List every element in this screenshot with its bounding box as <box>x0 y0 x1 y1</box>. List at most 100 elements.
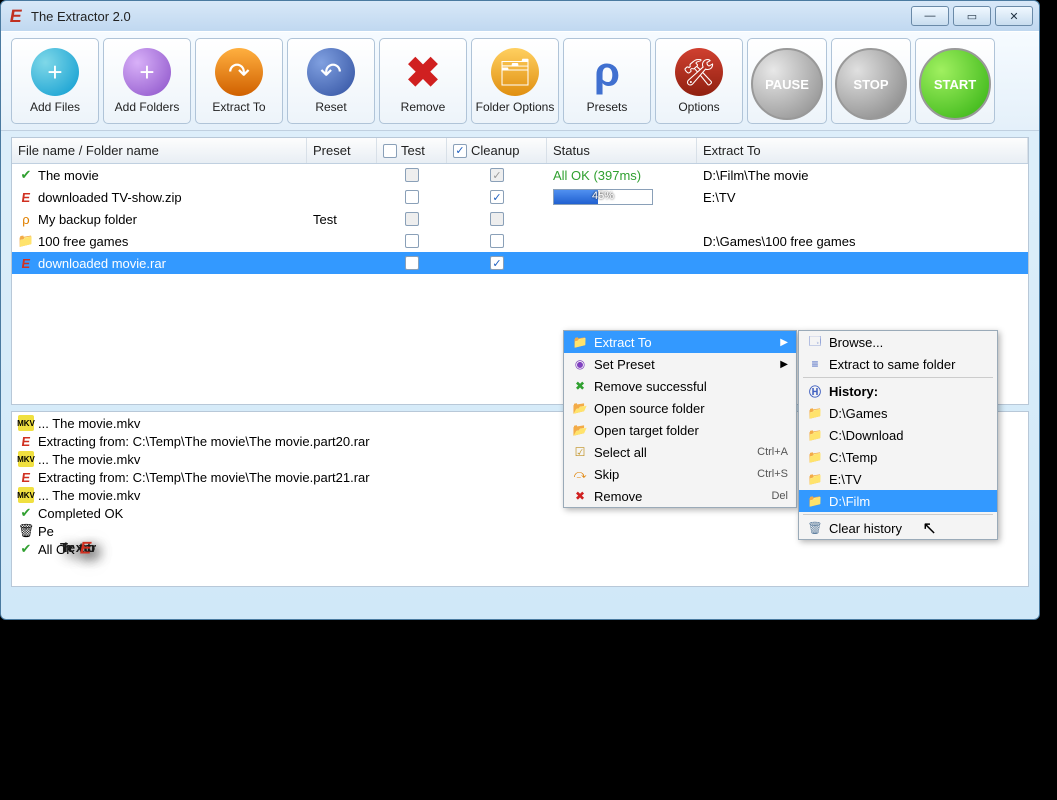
row-icon: ρ <box>18 211 34 227</box>
header-test-checkbox[interactable] <box>383 144 397 158</box>
history-item[interactable]: 📁E:\TV <box>799 468 997 490</box>
checkbox-disabled <box>490 212 504 226</box>
row-icon: E <box>17 189 35 205</box>
checkbox[interactable]: ✓ <box>490 190 504 204</box>
row-icon: 📁 <box>18 233 34 249</box>
log-text: ... The movie.mkv <box>38 488 140 503</box>
log-text: Completed OK <box>38 506 123 521</box>
titlebar[interactable]: E The Extractor 2.0 — ▭ ✕ <box>1 1 1039 31</box>
log-icon: 🗑 <box>18 523 34 539</box>
folder-icon: 📁 <box>807 493 823 509</box>
checkbox[interactable] <box>405 190 419 204</box>
checkbox[interactable] <box>490 234 504 248</box>
checkbox[interactable] <box>405 234 419 248</box>
col-cleanup[interactable]: ✓Cleanup <box>447 138 547 163</box>
history-item[interactable]: 📁C:\Download <box>799 424 997 446</box>
extract-submenu: 🗔Browse... ≡Extract to same folder ⒽHist… <box>798 330 998 540</box>
log-text: Pe <box>38 524 54 539</box>
table-row[interactable]: ρ My backup folder Test <box>12 208 1028 230</box>
menu-separator <box>803 514 993 515</box>
add-folders-button[interactable]: +Add Folders <box>103 38 191 124</box>
row-name: downloaded movie.rar <box>38 256 166 271</box>
browse-icon: 🗔 <box>807 334 823 350</box>
remove-ok-icon: ✖ <box>572 378 588 394</box>
col-test[interactable]: Test <box>377 138 447 163</box>
history-path: E:\TV <box>829 472 862 487</box>
checkbox[interactable] <box>405 256 419 270</box>
maximize-button[interactable]: ▭ <box>953 6 991 26</box>
start-icon: START <box>919 48 991 120</box>
remove-button[interactable]: ✖Remove <box>379 38 467 124</box>
status-text: All OK (397ms) <box>553 168 641 183</box>
checkbox-disabled <box>405 212 419 226</box>
pause-button[interactable]: PAUSE <box>747 38 827 124</box>
ctx-extract-to[interactable]: 📁Extract To▶ <box>564 331 796 353</box>
ctx-remove-successful[interactable]: ✖Remove successful <box>564 375 796 397</box>
folder-options-icon: 🗂 <box>491 48 539 96</box>
col-status[interactable]: Status <box>547 138 697 163</box>
col-name[interactable]: File name / Folder name <box>12 138 307 163</box>
ctx-remove[interactable]: ✖RemoveDel <box>564 485 796 507</box>
app-logo: The E xtractor <box>60 540 92 555</box>
ctx-open-target[interactable]: 📂Open target folder <box>564 419 796 441</box>
ctx-select-all[interactable]: ☑Select allCtrl+A <box>564 441 796 463</box>
log-icon: ✔ <box>18 541 34 557</box>
remove-icon: ✖ <box>572 488 588 504</box>
stop-icon: STOP <box>835 48 907 120</box>
window-title: The Extractor 2.0 <box>31 9 131 24</box>
start-button[interactable]: START <box>915 38 995 124</box>
col-preset[interactable]: Preset <box>307 138 377 163</box>
row-preset: Test <box>313 212 337 227</box>
row-name: My backup folder <box>38 212 137 227</box>
history-item[interactable]: 📁D:\Film <box>799 490 997 512</box>
log-icon: E <box>17 433 35 449</box>
context-menu: 📁Extract To▶ ◉Set Preset▶ ✖Remove succes… <box>563 330 797 508</box>
folder-icon: 📁 <box>807 405 823 421</box>
reset-button[interactable]: ↶Reset <box>287 38 375 124</box>
history-path: C:\Temp <box>829 450 877 465</box>
stop-button[interactable]: STOP <box>831 38 911 124</box>
sub-same-folder[interactable]: ≡Extract to same folder <box>799 353 997 375</box>
history-path: D:\Games <box>829 406 888 421</box>
col-extract-to[interactable]: Extract To <box>697 138 1028 163</box>
trash-icon: 🗑 <box>807 520 823 536</box>
sub-clear-history[interactable]: 🗑Clear history <box>799 517 997 539</box>
minimize-button[interactable]: — <box>911 6 949 26</box>
reset-icon: ↶ <box>307 48 355 96</box>
preset-icon: ◉ <box>572 356 588 372</box>
table-row[interactable]: Edownloaded TV-show.zip ✓ 45% E:\TV <box>12 186 1028 208</box>
table-row[interactable]: 📁100 free games D:\Games\100 free games <box>12 230 1028 252</box>
ctx-open-source[interactable]: 📂Open source folder <box>564 397 796 419</box>
ctx-set-preset[interactable]: ◉Set Preset▶ <box>564 353 796 375</box>
ctx-skip[interactable]: ⤼SkipCtrl+S <box>564 463 796 485</box>
open-folder-icon: 📂 <box>572 400 588 416</box>
progress-bar: 45% <box>553 189 653 205</box>
log-row: ✔All OK <box>14 540 1026 558</box>
add-files-icon: + <box>31 48 79 96</box>
history-item[interactable]: 📁 D:\Games <box>799 402 997 424</box>
checkbox[interactable]: ✓ <box>490 256 504 270</box>
select-all-icon: ☑ <box>572 444 588 460</box>
history-header: ⒽHistory: <box>799 380 997 402</box>
row-extract-to: D:\Film\The movie <box>703 168 808 183</box>
table-row[interactable]: ✔ The movie ✓ All OK (397ms) D:\Film\The … <box>12 164 1028 186</box>
row-name: The movie <box>38 168 99 183</box>
same-folder-icon: ≡ <box>807 356 823 372</box>
history-item[interactable]: 📁C:\Temp <box>799 446 997 468</box>
history-path: C:\Download <box>829 428 903 443</box>
folder-options-button[interactable]: 🗂Folder Options <box>471 38 559 124</box>
extract-to-button[interactable]: ↷Extract To <box>195 38 283 124</box>
presets-button[interactable]: ρPresets <box>563 38 651 124</box>
options-button[interactable]: 🛠Options <box>655 38 743 124</box>
close-button[interactable]: ✕ <box>995 6 1033 26</box>
checkbox-disabled: ✓ <box>490 168 504 182</box>
row-extract-to: E:\TV <box>703 190 736 205</box>
log-icon: ✔ <box>18 505 34 521</box>
header-cleanup-checkbox[interactable]: ✓ <box>453 144 467 158</box>
add-files-button[interactable]: +Add Files <box>11 38 99 124</box>
row-icon: ✔ <box>18 167 34 183</box>
sub-browse[interactable]: 🗔Browse... <box>799 331 997 353</box>
table-row[interactable]: Edownloaded movie.rar ✓ <box>12 252 1028 274</box>
remove-icon: ✖ <box>399 48 447 96</box>
submenu-arrow-icon: ▶ <box>780 359 788 370</box>
